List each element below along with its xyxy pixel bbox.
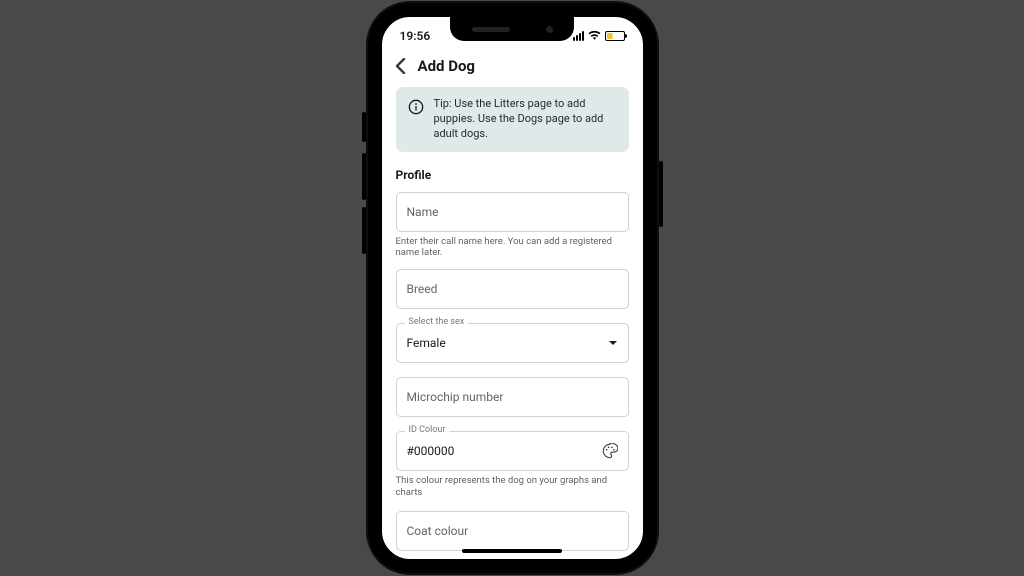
dropdown-caret-icon — [608, 338, 618, 348]
sex-float-label: Select the sex — [405, 317, 469, 327]
wifi-icon — [588, 29, 601, 43]
phone-silent-switch — [362, 112, 366, 142]
breed-placeholder: Breed — [407, 282, 438, 296]
form-scroll-area[interactable]: Tip: Use the Litters page to add puppies… — [382, 87, 643, 559]
tip-text: Tip: Use the Litters page to add puppies… — [434, 97, 617, 142]
section-header-profile: Profile — [396, 168, 629, 182]
phone-volume-up — [362, 153, 366, 200]
cellular-signal-icon — [573, 31, 584, 41]
phone-front-camera — [546, 26, 553, 33]
home-indicator[interactable] — [462, 549, 562, 553]
name-placeholder: Name — [407, 205, 439, 219]
name-helper: Enter their call name here. You can add … — [396, 236, 629, 260]
palette-icon[interactable] — [602, 443, 618, 459]
phone-power-button — [659, 161, 663, 227]
sex-select[interactable]: Select the sex Female — [396, 323, 629, 363]
sex-value: Female — [407, 336, 446, 350]
breed-field[interactable]: Breed — [396, 269, 629, 309]
titlebar: Add Dog — [382, 51, 643, 85]
info-icon — [408, 99, 424, 120]
coat-colour-field[interactable]: Coat colour — [396, 511, 629, 551]
back-icon[interactable] — [394, 59, 408, 73]
phone-frame: 19:56 Add Dog — [368, 3, 657, 573]
page-title: Add Dog — [418, 57, 475, 75]
tip-banner: Tip: Use the Litters page to add puppies… — [396, 87, 629, 152]
phone-notch — [450, 17, 574, 41]
coat-colour-placeholder: Coat colour — [407, 524, 469, 538]
microchip-field[interactable]: Microchip number — [396, 377, 629, 417]
id-colour-float-label: ID Colour — [405, 425, 450, 435]
id-colour-helper: This colour represents the dog on your g… — [396, 475, 629, 499]
id-colour-field[interactable]: ID Colour #000000 — [396, 431, 629, 471]
battery-icon — [605, 31, 625, 41]
name-field[interactable]: Name — [396, 192, 629, 232]
id-colour-value: #000000 — [407, 444, 455, 458]
microchip-placeholder: Microchip number — [407, 390, 504, 404]
status-time: 19:56 — [400, 29, 431, 43]
phone-volume-down — [362, 207, 366, 254]
phone-speaker — [472, 27, 510, 32]
